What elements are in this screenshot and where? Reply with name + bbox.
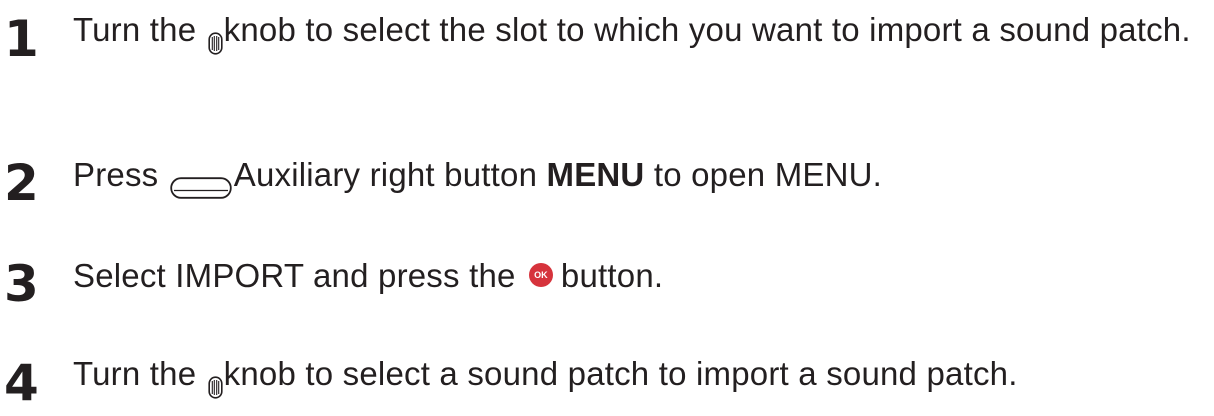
step-text: Turn the knob to select the slot to whic… (73, 4, 1202, 55)
step-text-before: Turn the (73, 355, 206, 392)
step-number: 2 (4, 154, 39, 212)
auxiliary-right-button-icon (170, 162, 232, 199)
step-text-before: Press (73, 156, 168, 193)
step-text: Turn the knob to select a sound patch to… (73, 348, 1202, 399)
step-text-tail: to open MENU. (644, 156, 883, 193)
step-text-after: knob to select the slot to which you wan… (223, 11, 1191, 48)
step-text-after: knob to select a sound patch to import a… (223, 355, 1018, 392)
ok-button-icon: OK (528, 262, 553, 287)
knob-icon (208, 362, 223, 399)
step-text-before: Turn the (73, 11, 206, 48)
step-text-after: button. (560, 257, 664, 294)
step-number: 4 (4, 354, 39, 412)
step-text-after: Auxiliary right button (233, 156, 547, 193)
menu-label: MENU (546, 156, 645, 193)
step-text: Press Auxiliary right button MENU to ope… (73, 149, 1202, 200)
step-text-before: Select IMPORT and press the (73, 257, 525, 294)
knob-icon (208, 18, 223, 55)
step-number: 3 (4, 255, 39, 313)
step-number: 1 (4, 10, 39, 68)
step-text: Select IMPORT and press the OK button. (73, 250, 1202, 301)
